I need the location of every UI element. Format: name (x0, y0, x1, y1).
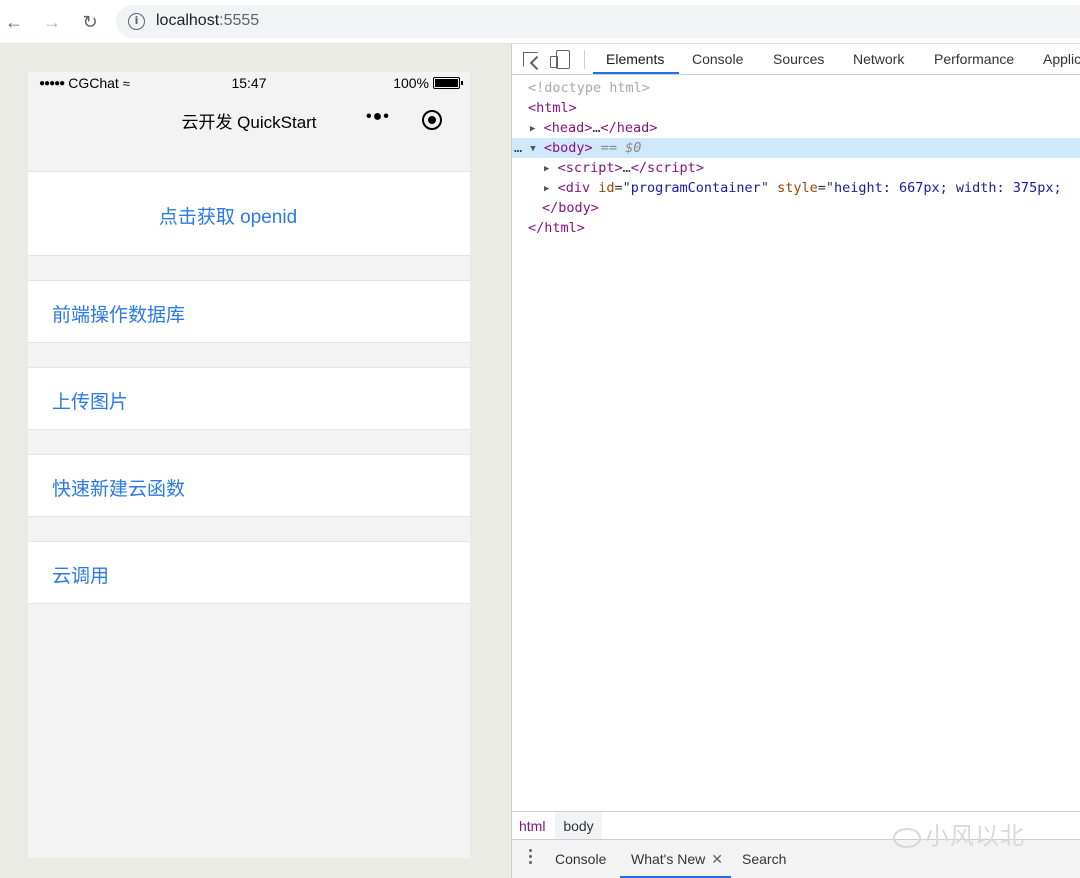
list-item[interactable]: 上传图片 (28, 367, 470, 430)
dom-node-script[interactable]: ▶ <script>…</script> (512, 158, 1080, 178)
expand-triangle-icon[interactable]: ▶ (544, 184, 549, 194)
battery-percent: 100% (393, 75, 429, 91)
drawer-tab-search[interactable]: Search (742, 851, 786, 867)
toolbar-divider (584, 50, 585, 69)
dom-node-head[interactable]: ▶ <head>…</head> (512, 118, 1080, 138)
breadcrumb-html[interactable]: html (519, 818, 545, 834)
collapse-triangle-icon[interactable]: ▼ (530, 144, 535, 154)
breadcrumb-body[interactable]: body (555, 812, 602, 840)
wechat-logo-icon (893, 827, 921, 848)
openid-card[interactable]: 点击获取 openid (28, 171, 470, 256)
upload-image-link[interactable]: 上传图片 (52, 387, 128, 414)
browser-toolbar: ← → ↻ i localhost:5555 (0, 0, 1080, 44)
info-icon[interactable]: i (128, 13, 145, 30)
list-item[interactable]: 云调用 (28, 541, 470, 604)
dom-node-body[interactable]: … ▼ <body> == $0 (512, 138, 1080, 158)
dom-tree: <!doctype html> <html> ▶ <head>…</head> … (512, 76, 1080, 811)
dom-node-div[interactable]: ▶ <div id="programContainer" style="heig… (512, 178, 1080, 198)
more-options-icon[interactable]: … (514, 140, 522, 156)
forward-arrow-icon[interactable]: → (40, 10, 64, 34)
active-tab-indicator (593, 72, 679, 74)
dom-node-body-close[interactable]: </body> (512, 198, 1080, 218)
dom-node-html-close[interactable]: </html> (512, 218, 1080, 238)
dom-node-doctype[interactable]: <!doctype html> (512, 78, 1080, 98)
expand-triangle-icon[interactable]: ▶ (544, 164, 549, 174)
db-operation-link[interactable]: 前端操作数据库 (52, 300, 185, 327)
simulator-pane: ●●●●● CGChat ≈ 15:47 100% 云开发 QuickStart… (0, 44, 511, 878)
drawer-tab-console[interactable]: Console (555, 851, 606, 867)
battery-icon (433, 77, 463, 89)
tab-application[interactable]: Applic (1043, 51, 1080, 67)
kebab-menu-icon[interactable] (529, 849, 533, 867)
close-icon[interactable]: ✕ (711, 851, 723, 867)
more-menu-icon[interactable]: •●• (366, 108, 390, 126)
new-cloud-function-link[interactable]: 快速新建云函数 (52, 474, 185, 501)
mini-program-navbar: 云开发 QuickStart •●• (28, 94, 470, 142)
tab-performance[interactable]: Performance (934, 51, 1014, 67)
close-capsule-icon[interactable] (422, 110, 442, 130)
back-arrow-icon[interactable]: ← (2, 10, 26, 34)
reload-icon[interactable]: ↻ (78, 10, 102, 34)
tab-console[interactable]: Console (692, 51, 743, 67)
inspect-element-icon[interactable] (523, 52, 538, 67)
tab-elements[interactable]: Elements (606, 51, 664, 67)
devtools-toolbar: Elements Console Sources Network Perform… (512, 44, 1080, 75)
drawer-tab-whats-new[interactable]: What's New ✕ (631, 851, 723, 868)
device-toolbar-icon[interactable] (550, 50, 570, 69)
phone-screen: ●●●●● CGChat ≈ 15:47 100% 云开发 QuickStart… (28, 72, 470, 858)
devtools-panel: Elements Console Sources Network Perform… (511, 44, 1080, 878)
tab-sources[interactable]: Sources (773, 51, 824, 67)
watermark: 小风以北 (893, 816, 1025, 851)
tab-network[interactable]: Network (853, 51, 904, 67)
expand-triangle-icon[interactable]: ▶ (530, 124, 535, 134)
selected-node-marker: == $0 (600, 140, 642, 156)
get-openid-button[interactable]: 点击获取 openid (28, 202, 428, 229)
page-title: 云开发 QuickStart (181, 113, 317, 132)
address-bar[interactable]: i localhost:5555 (116, 5, 1080, 38)
dom-node-html[interactable]: <html> (512, 98, 1080, 118)
status-bar: ●●●●● CGChat ≈ 15:47 100% (28, 72, 470, 94)
list-item[interactable]: 快速新建云函数 (28, 454, 470, 517)
cloud-call-link[interactable]: 云调用 (52, 561, 109, 588)
url-text[interactable]: localhost:5555 (156, 12, 259, 30)
list-item[interactable]: 前端操作数据库 (28, 280, 470, 343)
